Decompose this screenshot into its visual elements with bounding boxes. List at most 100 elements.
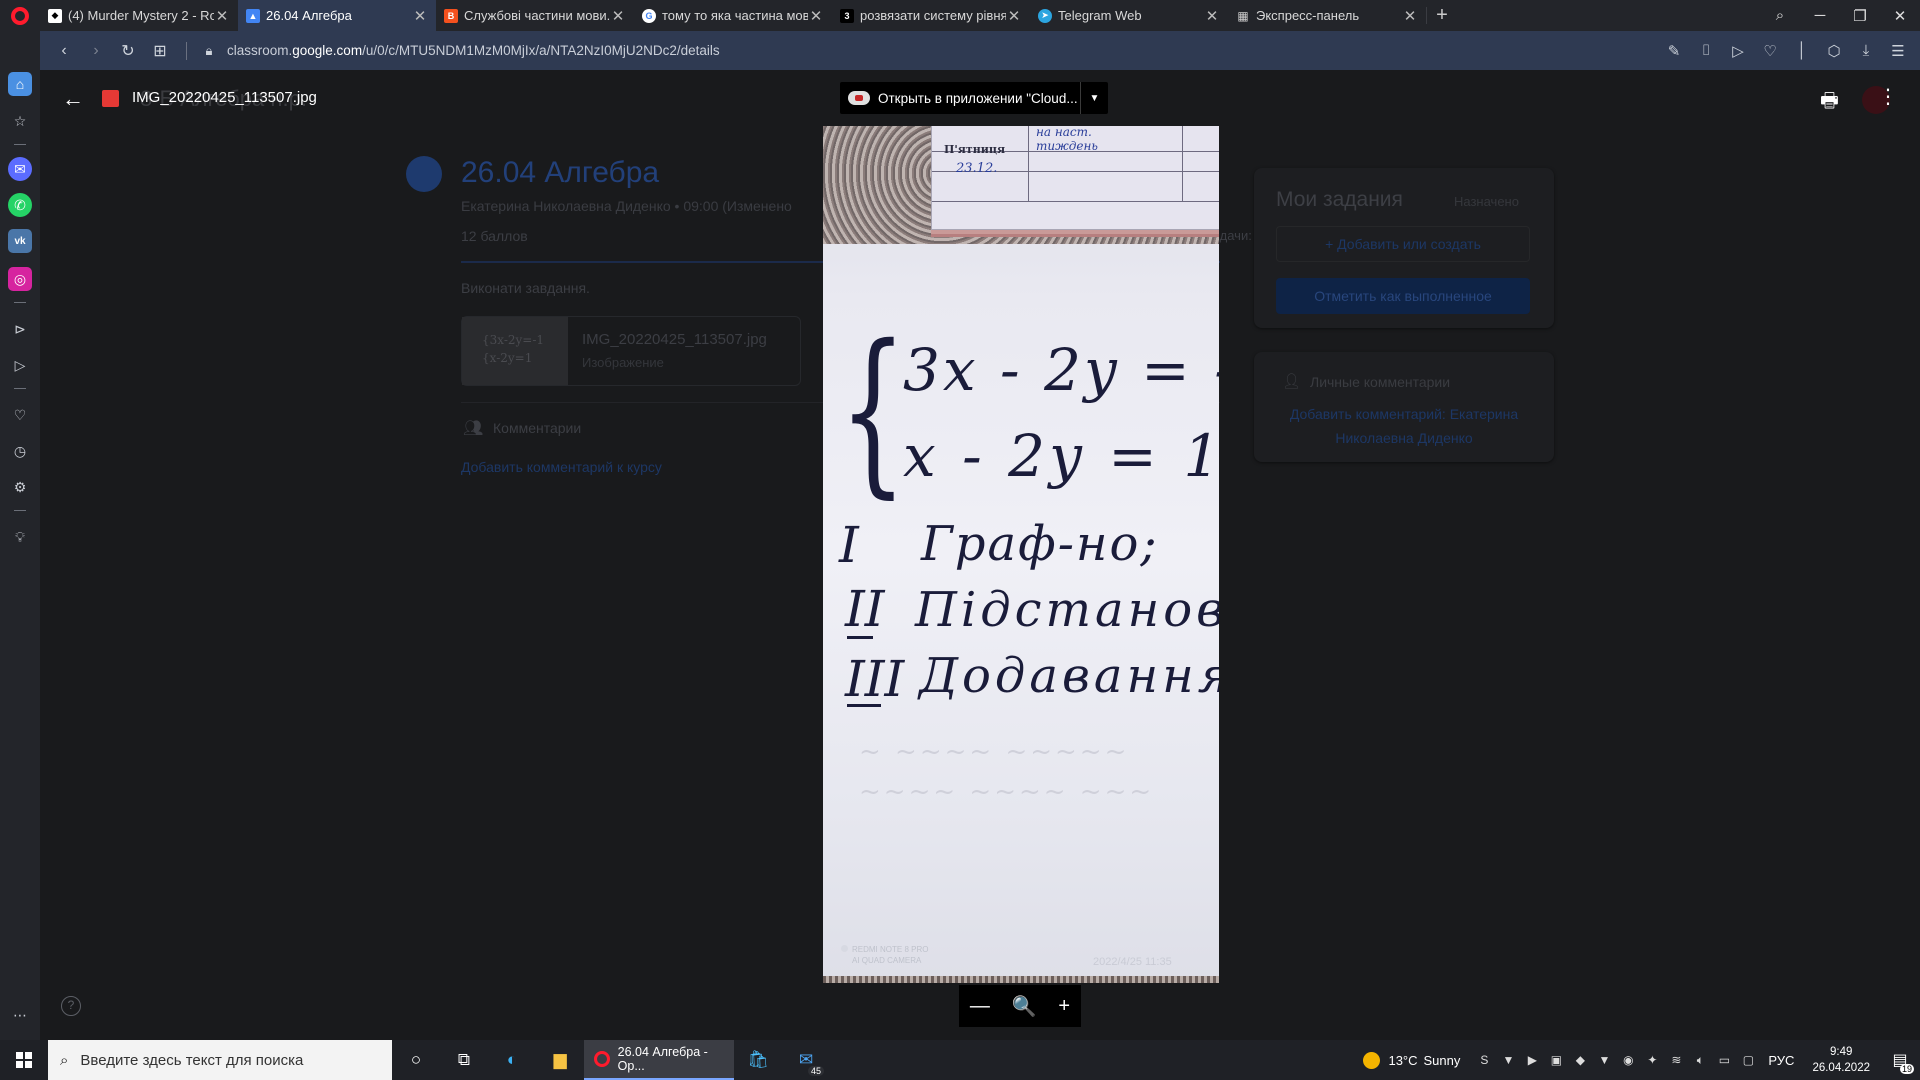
whatsapp-icon[interactable]: ✆	[8, 193, 32, 217]
app-tray-icon[interactable]: ✦	[1640, 1053, 1664, 1067]
close-tab-icon[interactable]: ✕	[412, 7, 428, 25]
volume-icon[interactable]: 🔈︎	[1688, 1053, 1712, 1068]
messenger-icon[interactable]: ✉	[8, 157, 32, 181]
start-button[interactable]	[0, 1052, 48, 1068]
tab-search-icon[interactable]: ⌕	[1760, 7, 1800, 24]
skype-icon[interactable]: S	[1472, 1053, 1496, 1067]
tab-algebra[interactable]: ▲ 26.04 Алгебра ✕	[238, 0, 436, 31]
tab-title: (4) Murder Mystery 2 - Rob	[68, 8, 214, 23]
plus-icon: +	[1325, 236, 1338, 252]
forward-button[interactable]: ›	[80, 42, 112, 60]
zoom-in-button[interactable]: +	[1058, 995, 1070, 1018]
close-window-button[interactable]: ✕	[1880, 7, 1920, 25]
network-icon[interactable]: ≋	[1664, 1053, 1688, 1067]
star-icon[interactable]: ☆	[8, 109, 32, 133]
close-viewer-back-icon[interactable]: ←	[62, 86, 84, 112]
heart-icon[interactable]: ♡	[8, 403, 32, 427]
image-preview[interactable]: П'ятниця 23.12. на наст. тиждень { 3x - …	[823, 126, 1219, 983]
close-tab-icon[interactable]: ✕	[1006, 7, 1022, 25]
chevron-down-icon[interactable]: ▼	[1080, 82, 1108, 114]
more-options-icon[interactable]: ⋮	[1878, 84, 1898, 109]
back-button[interactable]: ‹	[48, 42, 80, 60]
lightbulb-icon[interactable]: 💡︎	[8, 525, 32, 549]
download-icon[interactable]: ⤓	[1850, 42, 1882, 59]
player-icon[interactable]: ⊳	[8, 317, 32, 341]
tab-murder-mystery[interactable]: ◆ (4) Murder Mystery 2 - Rob ✕	[40, 0, 238, 31]
notifications-icon[interactable]: ▤ 19	[1880, 1050, 1920, 1074]
close-tab-icon[interactable]: ✕	[610, 7, 626, 25]
home-icon[interactable]: ⌂	[8, 72, 32, 96]
b-favicon-icon: B	[444, 8, 458, 23]
close-tab-icon[interactable]: ✕	[214, 7, 230, 25]
tabs-grid-button[interactable]: ⊞	[144, 41, 176, 61]
tab-google-search[interactable]: G тому то яка частина мови ✕	[634, 0, 832, 31]
store-icon[interactable]: 🛍︎	[734, 1040, 782, 1080]
tab-telegram[interactable]: ➤ Telegram Web ✕	[1030, 0, 1228, 31]
cortana-icon[interactable]: ○	[392, 1040, 440, 1080]
opera-logo-icon	[11, 6, 29, 25]
url-path: /u/0/c/MTU5NDM1MzM0MjIx/a/NTA2NzI0MjU2ND…	[362, 43, 720, 58]
print-icon[interactable]: 🖶︎	[1820, 86, 1839, 120]
tab-speed-dial[interactable]: ▦ Экспресс-панель ✕	[1228, 0, 1426, 31]
clock[interactable]: 9:49 26.04.2022	[1802, 1044, 1880, 1076]
weather-text[interactable]: Sunny	[1424, 1053, 1461, 1068]
more-icon[interactable]: ⋯	[8, 1003, 32, 1027]
battery-icon[interactable]: ▭	[1712, 1053, 1736, 1067]
method-2-number: II	[845, 580, 885, 638]
new-tab-button[interactable]: +	[1427, 0, 1457, 31]
add-or-create-button[interactable]: + Добавить или создать	[1276, 226, 1530, 262]
tab-rozvyazaty[interactable]: 3 розвязати систему рівнян ✕	[832, 0, 1030, 31]
language-indicator[interactable]: РУС	[1768, 1053, 1794, 1068]
instagram-icon[interactable]: ◎	[8, 267, 32, 291]
restore-button[interactable]: ❐	[1840, 7, 1880, 25]
grid-line	[932, 201, 1219, 202]
app-tray-icon[interactable]: ▶	[1520, 1053, 1544, 1067]
settings-icon[interactable]: ⚙	[8, 475, 32, 499]
taskbar-search[interactable]: ⌕ Введите здесь текст для поиска	[48, 1040, 392, 1080]
task-view-icon[interactable]: ⧉	[440, 1040, 488, 1080]
file-explorer-icon[interactable]: ▆	[536, 1040, 584, 1080]
edit-icon[interactable]: ✎	[1658, 42, 1690, 60]
close-tab-icon[interactable]: ✕	[1204, 7, 1220, 25]
app-tray-icon[interactable]: ▣	[1544, 1053, 1568, 1067]
url-field[interactable]: classroom.google.com/u/0/c/MTU5NDM1MzM0M…	[227, 43, 720, 58]
opera-menu-button[interactable]	[0, 0, 40, 31]
history-icon[interactable]: ◷	[8, 439, 32, 463]
close-tab-icon[interactable]: ✕	[808, 7, 824, 25]
add-class-comment-link[interactable]: Добавить комментарий к курсу	[461, 459, 662, 475]
windows-taskbar: ⌕ Введите здесь текст для поиска ○ ⧉ ◐ ▆…	[0, 1040, 1920, 1080]
heart-icon[interactable]: ♡	[1754, 42, 1786, 60]
tab-sluzhbovi[interactable]: B Службові частини мови. Е ✕	[436, 0, 634, 31]
add-private-comment-link[interactable]: Добавить комментарий: Екатерина Николаев…	[1274, 402, 1534, 450]
close-tab-icon[interactable]: ✕	[1402, 7, 1418, 25]
mail-icon[interactable]: ✉ 45	[782, 1040, 830, 1080]
snapshot-icon[interactable]: ⌷	[1690, 42, 1722, 59]
weather-temp[interactable]: 13°C	[1388, 1053, 1417, 1068]
zoom-out-button[interactable]: —	[970, 995, 990, 1018]
mail-badge: 45	[807, 1066, 824, 1076]
lock-icon[interactable]: 🔒︎	[197, 43, 221, 59]
diary-day: П'ятниця	[944, 143, 1006, 156]
url-prefix: classroom.	[227, 43, 293, 58]
taskbar-app-opera[interactable]: 26.04 Алгебра - Op...	[584, 1040, 734, 1080]
minimize-button[interactable]: ─	[1800, 7, 1840, 24]
photo-timestamp: 2022/4/25 11:35	[1093, 956, 1172, 968]
zoom-controls: — 🔍 +	[959, 985, 1081, 1027]
attachment-card[interactable]: {3x-2y=-1 {x-2y=1 IMG_20220425_113507.jpg…	[461, 316, 801, 386]
edge-icon[interactable]: ◐	[488, 1040, 536, 1080]
app-tray-icon[interactable]: ▼	[1592, 1053, 1616, 1067]
vpn-icon[interactable]: ▼	[1496, 1053, 1520, 1067]
app-tray-icon[interactable]: ◆	[1568, 1053, 1592, 1067]
mark-done-button[interactable]: Отметить как выполненное	[1276, 278, 1530, 314]
extensions-icon[interactable]: ⬡	[1818, 42, 1850, 60]
reload-button[interactable]: ↻	[112, 41, 144, 61]
easy-setup-icon[interactable]: ☰	[1882, 42, 1914, 60]
vk-icon[interactable]: vk	[8, 229, 32, 253]
zoom-reset-button[interactable]: 🔍	[1012, 994, 1037, 1019]
display-icon[interactable]: ▢	[1736, 1053, 1760, 1067]
help-icon[interactable]: ?	[61, 996, 81, 1016]
send-icon[interactable]: ▷	[8, 353, 32, 377]
steam-icon[interactable]: ◉	[1616, 1053, 1640, 1067]
send-icon[interactable]: ▷	[1722, 42, 1754, 60]
open-in-app-button[interactable]: Открыть в приложении "Cloud... ▼	[840, 82, 1108, 114]
